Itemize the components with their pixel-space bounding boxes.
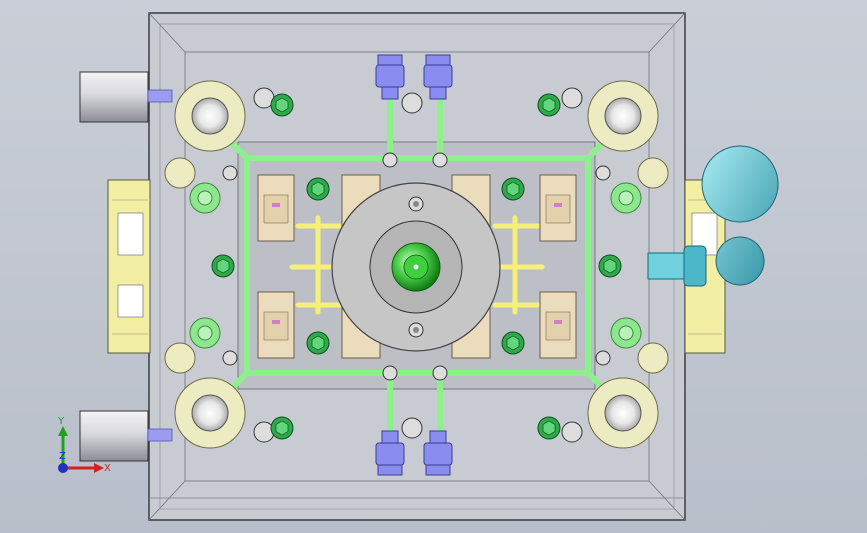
screw-10 (537, 416, 561, 440)
axis-x-label: X (104, 463, 111, 474)
left-side-block (107, 179, 151, 354)
screw-1 (270, 93, 294, 117)
screw-2 (537, 93, 561, 117)
screw-3 (306, 177, 330, 201)
screw-7 (306, 331, 330, 355)
screw-9 (270, 416, 294, 440)
mold-assembly-drawing[interactable]: Y X Z (0, 0, 867, 533)
axis-z-label: Z (59, 451, 66, 462)
screw-6 (598, 254, 622, 278)
screw-5 (211, 254, 235, 278)
sprue-bushing (391, 242, 441, 292)
screw-8 (501, 331, 525, 355)
screw-4 (501, 177, 525, 201)
cad-viewport[interactable]: Y X Z (0, 0, 867, 533)
axis-y-label: Y (57, 416, 65, 427)
